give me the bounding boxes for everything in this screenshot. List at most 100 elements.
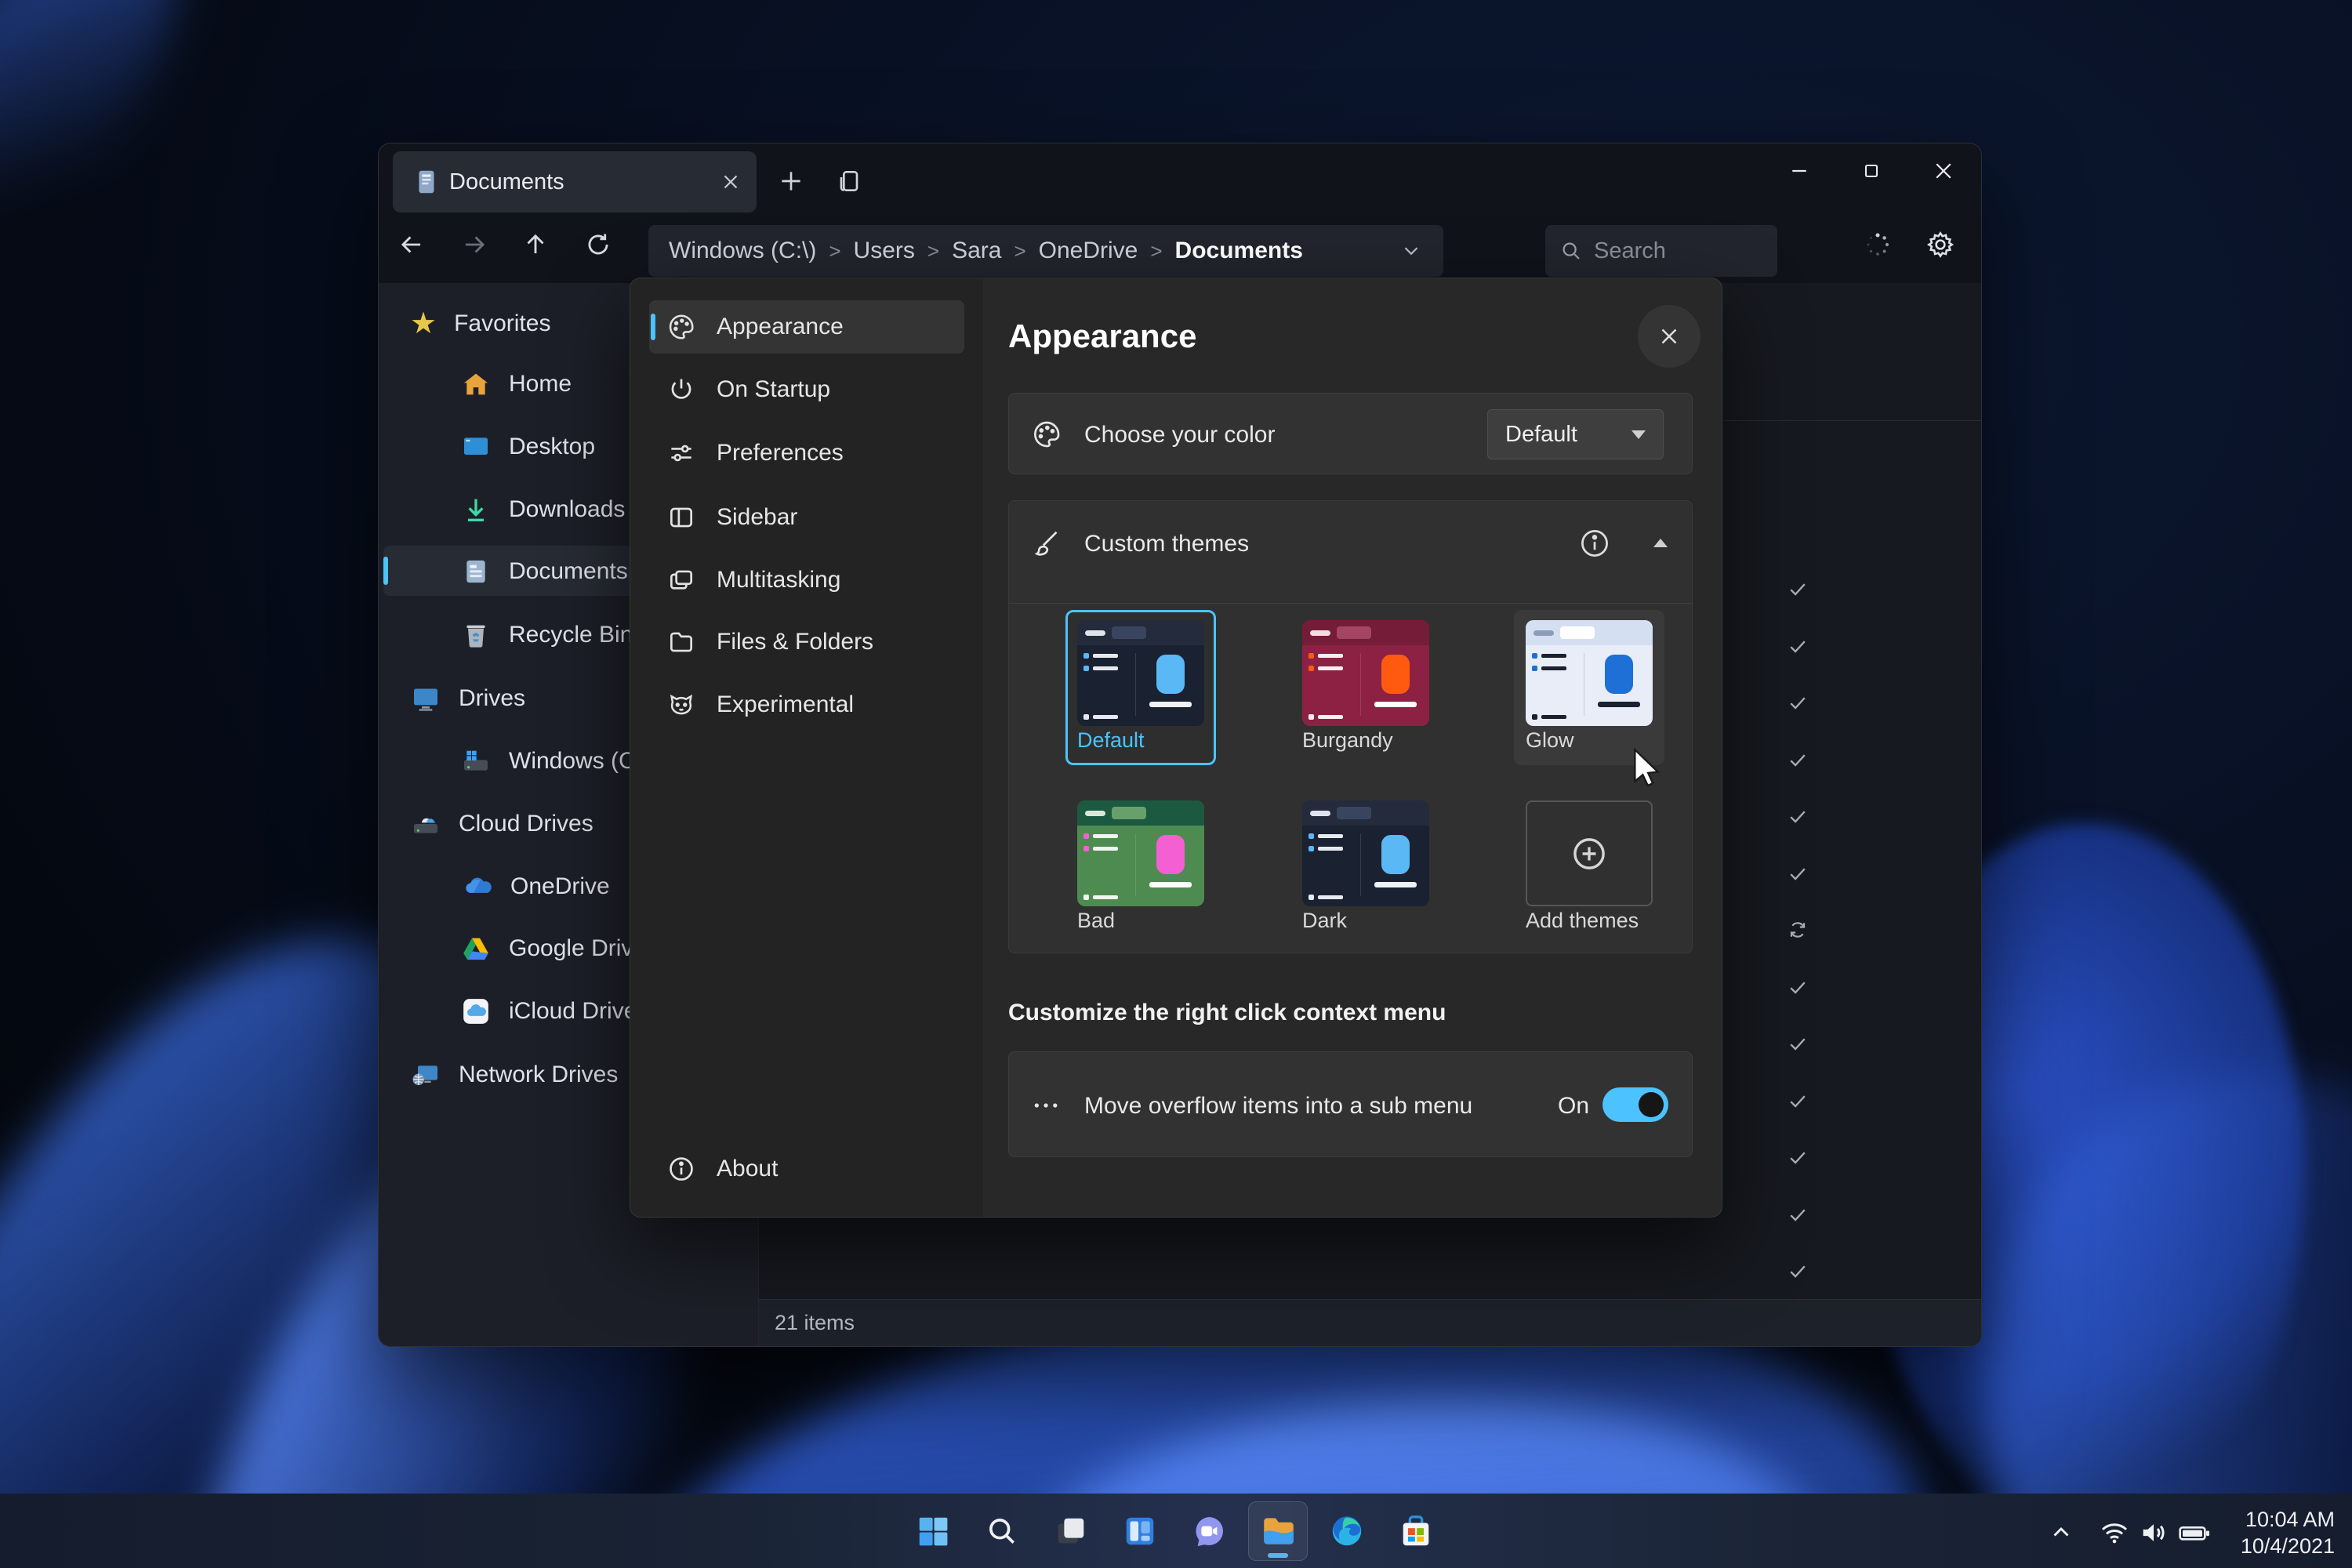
sidebar-item-onedrive[interactable]: OneDrive bbox=[460, 870, 610, 903]
theme-bad-thumbnail[interactable] bbox=[1077, 800, 1204, 906]
wifi-icon[interactable] bbox=[2097, 1515, 2132, 1550]
status-check-icon bbox=[1787, 1203, 1809, 1225]
theme-dark-thumbnail[interactable] bbox=[1302, 800, 1429, 906]
new-tab-icon[interactable] bbox=[775, 165, 807, 197]
battery-icon[interactable] bbox=[2177, 1515, 2212, 1550]
search-field[interactable] bbox=[1545, 225, 1777, 277]
network-drive-icon bbox=[410, 1059, 441, 1091]
duplicate-tab-icon[interactable] bbox=[833, 165, 865, 197]
tab-documents[interactable]: Documents bbox=[393, 151, 757, 212]
settings-dialog: Appearance On Startup Preferences Sideba… bbox=[630, 278, 1722, 1218]
loading-spinner-icon bbox=[1853, 219, 1903, 270]
nav-accent-bar bbox=[651, 314, 655, 340]
sidebar-section-cloud-drives[interactable]: Cloud Drives bbox=[410, 808, 593, 840]
items-count: 21 items bbox=[775, 1311, 855, 1335]
dialog-close-button[interactable] bbox=[1638, 305, 1700, 368]
sidebar-section-favorites[interactable]: ★ Favorites bbox=[410, 306, 550, 341]
chevron-down-icon bbox=[1632, 430, 1646, 439]
forward-icon[interactable] bbox=[449, 219, 499, 270]
status-check-icon bbox=[1787, 749, 1809, 771]
search-input[interactable] bbox=[1592, 238, 1749, 265]
theme-info-icon[interactable] bbox=[1577, 526, 1612, 561]
card-divider bbox=[1009, 603, 1693, 604]
refresh-icon[interactable] bbox=[573, 219, 623, 270]
add-theme-button[interactable] bbox=[1526, 800, 1653, 906]
task-view-icon[interactable] bbox=[1051, 1512, 1091, 1551]
sidebar-panel-icon bbox=[666, 503, 696, 532]
theme-label-bad: Bad bbox=[1077, 909, 1115, 933]
cat-icon bbox=[666, 690, 696, 720]
taskbar: 10:04 AM 10/4/2021 bbox=[0, 1494, 2352, 1568]
color-scheme-dropdown[interactable]: Default bbox=[1487, 409, 1664, 459]
settings-nav-multitasking[interactable]: Multitasking bbox=[649, 554, 964, 607]
sidebar-item-home[interactable]: Home bbox=[460, 368, 572, 400]
tray-clock[interactable]: 10:04 AM 10/4/2021 bbox=[2241, 1506, 2335, 1559]
widgets-icon[interactable] bbox=[1120, 1512, 1160, 1551]
breadcrumb-segment[interactable]: Windows (C:\) bbox=[669, 238, 816, 264]
settings-nav-appearance[interactable]: Appearance bbox=[649, 300, 964, 354]
tray-chevron-up-icon[interactable] bbox=[2044, 1515, 2078, 1550]
cloud-drive-icon bbox=[410, 808, 441, 840]
theme-glow-thumbnail[interactable] bbox=[1526, 620, 1653, 726]
sidebar-item-documents[interactable]: Documents bbox=[460, 556, 628, 587]
back-icon[interactable] bbox=[387, 219, 437, 270]
breadcrumb-separator: > bbox=[1014, 239, 1025, 263]
theme-label-dark: Dark bbox=[1302, 909, 1347, 933]
breadcrumb-segment[interactable]: Sara bbox=[952, 238, 1001, 264]
settings-gear-icon[interactable] bbox=[1915, 219, 1965, 270]
sidebar-item-desktop[interactable]: Desktop bbox=[460, 431, 595, 463]
star-icon: ★ bbox=[410, 306, 437, 341]
status-check-icon bbox=[1787, 1146, 1809, 1168]
status-check-icon bbox=[1787, 578, 1809, 600]
sidebar-item-windows-c[interactable]: Windows (C:) bbox=[460, 746, 650, 777]
tab-close-icon[interactable] bbox=[719, 170, 742, 194]
close-button[interactable] bbox=[1908, 143, 1979, 198]
volume-icon[interactable] bbox=[2136, 1515, 2171, 1550]
choose-color-card: Choose your color Default bbox=[1008, 393, 1693, 474]
breadcrumb-dropdown-icon[interactable] bbox=[1399, 239, 1423, 263]
breadcrumb-segment[interactable]: Users bbox=[854, 238, 915, 264]
tray-time: 10:04 AM bbox=[2241, 1506, 2335, 1533]
sidebar-item-google-drive[interactable]: Google Drive bbox=[460, 933, 646, 964]
settings-nav-about[interactable]: About bbox=[649, 1142, 964, 1196]
maximize-button[interactable] bbox=[1836, 143, 1907, 198]
settings-nav-preferences[interactable]: Preferences bbox=[649, 426, 964, 480]
breadcrumb-segment[interactable]: OneDrive bbox=[1039, 238, 1138, 264]
theme-burgandy-thumbnail[interactable] bbox=[1302, 620, 1429, 726]
overflow-toggle-switch[interactable] bbox=[1602, 1087, 1668, 1122]
status-check-icon bbox=[1787, 691, 1809, 713]
microsoft-store-icon[interactable] bbox=[1396, 1512, 1436, 1551]
collapse-chevron-icon[interactable] bbox=[1653, 539, 1668, 547]
status-bar: 21 items bbox=[759, 1299, 1981, 1346]
navigation-toolbar: Windows (C:\) > Users > Sara > OneDrive … bbox=[379, 219, 1981, 283]
settings-nav-experimental[interactable]: Experimental bbox=[649, 678, 964, 731]
files-app-active-indicator[interactable] bbox=[1248, 1501, 1308, 1561]
sidebar-section-network-drives[interactable]: Network Drives bbox=[410, 1059, 618, 1091]
custom-themes-label: Custom themes bbox=[1084, 531, 1249, 557]
status-check-icon bbox=[1787, 805, 1809, 827]
up-icon[interactable] bbox=[510, 219, 561, 270]
breadcrumb[interactable]: Windows (C:\) > Users > Sara > OneDrive … bbox=[648, 225, 1443, 277]
taskbar-search-icon[interactable] bbox=[982, 1512, 1022, 1551]
breadcrumb-segment-current[interactable]: Documents bbox=[1175, 238, 1303, 264]
start-button-icon[interactable] bbox=[913, 1512, 953, 1551]
settings-nav-sidebar[interactable]: Sidebar bbox=[649, 491, 964, 544]
chat-teams-icon[interactable] bbox=[1189, 1512, 1229, 1551]
theme-label-default: Default bbox=[1077, 728, 1145, 753]
files-app-icon[interactable] bbox=[1259, 1512, 1298, 1551]
ellipsis-icon bbox=[1031, 1098, 1065, 1113]
settings-nav-on-startup[interactable]: On Startup bbox=[649, 363, 964, 416]
status-check-icon bbox=[1787, 976, 1809, 998]
overflow-toggle-card: Move overflow items into a sub menu On bbox=[1008, 1051, 1693, 1157]
sidebar-item-recycle-bin[interactable]: Recycle Bin bbox=[460, 619, 633, 651]
sidebar-item-downloads[interactable]: Downloads bbox=[460, 494, 625, 525]
sidebar-section-drives[interactable]: Drives bbox=[410, 683, 525, 714]
breadcrumb-separator: > bbox=[829, 239, 840, 263]
theme-default-thumbnail[interactable] bbox=[1077, 620, 1204, 726]
edge-browser-icon[interactable] bbox=[1327, 1512, 1367, 1551]
sidebar-item-icloud-drive[interactable]: iCloud Drive bbox=[460, 996, 637, 1027]
status-check-icon bbox=[1787, 1033, 1809, 1054]
breadcrumb-separator: > bbox=[927, 239, 939, 263]
settings-nav-files-folders[interactable]: Files & Folders bbox=[649, 615, 964, 669]
minimize-button[interactable] bbox=[1764, 143, 1835, 198]
